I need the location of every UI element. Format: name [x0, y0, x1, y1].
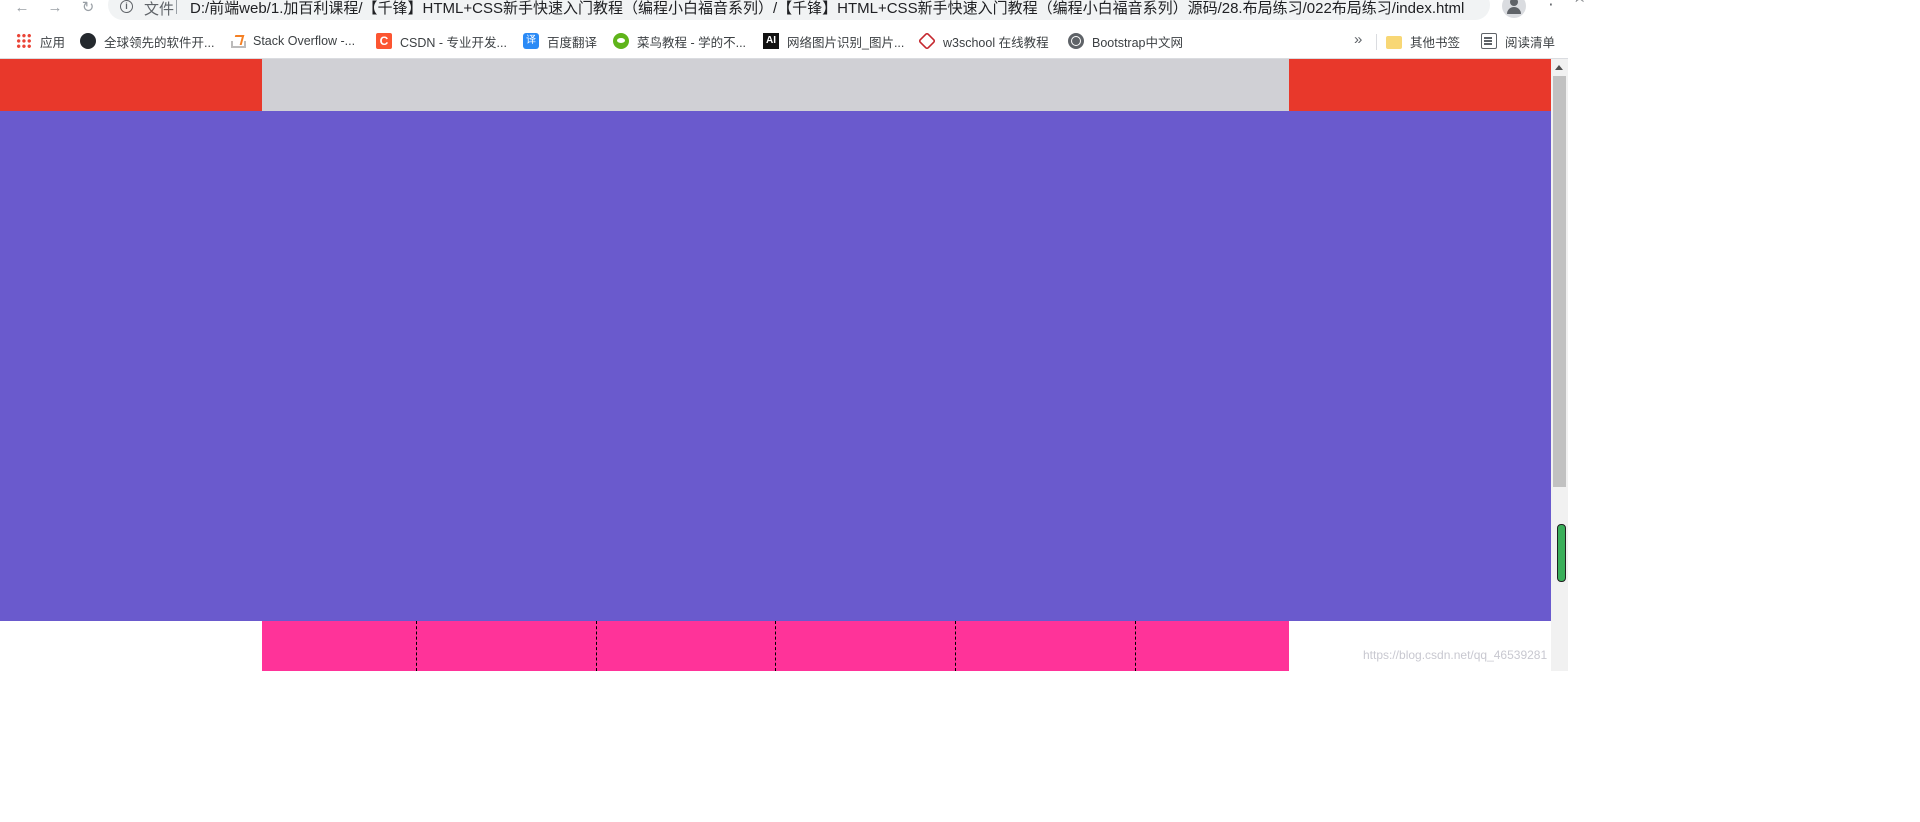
- nav-cell: [1136, 621, 1289, 671]
- globe-icon: [1068, 33, 1084, 49]
- bookmark-stackoverflow[interactable]: Stack Overflow -...: [229, 32, 355, 50]
- other-bookmarks-label: 其他书签: [1410, 35, 1461, 50]
- address-bar[interactable]: i 文件 D:/前端web/1.加百利课程/【千锋】HTML+CSS新手快速入门…: [108, 0, 1587, 20]
- reload-button[interactable]: ↻: [76, 0, 100, 18]
- page-viewport: [0, 59, 1551, 671]
- bookmark-label: w3school 在线教程: [943, 35, 1049, 50]
- bookmark-label: Stack Overflow -...: [253, 34, 356, 48]
- scroll-indicator-icon: [1557, 524, 1566, 582]
- w3school-icon: [917, 31, 937, 51]
- bookmark-label: Bootstrap中文网: [1092, 35, 1184, 50]
- translate-icon: 译: [523, 33, 539, 49]
- runoob-icon: [613, 33, 629, 49]
- top-bar-inner: [262, 59, 1289, 111]
- browser-menu-icon[interactable]: ⋮: [1543, 0, 1559, 8]
- watermark-text: https://blog.csdn.net/qq_46539281: [1363, 648, 1548, 662]
- vertical-scrollbar[interactable]: [1551, 59, 1568, 671]
- ai-icon: AI: [763, 33, 779, 49]
- banner-block: [0, 111, 1551, 621]
- forward-button[interactable]: →: [43, 0, 67, 18]
- folder-icon: [1386, 35, 1402, 49]
- bookmark-runoob[interactable]: 菜鸟教程 - 学的不...: [613, 32, 746, 50]
- scroll-up-arrow-icon[interactable]: [1555, 65, 1563, 70]
- bookmark-label: 网络图片识别_图片...: [787, 35, 905, 50]
- bookmark-label: 全球领先的软件开...: [104, 35, 215, 50]
- scrollbar-thumb[interactable]: [1553, 76, 1566, 487]
- bookmark-w3school[interactable]: w3school 在线教程: [917, 31, 1049, 51]
- bookmark-star-icon[interactable]: ☆: [1572, 0, 1587, 7]
- nav-cell: [956, 621, 1136, 671]
- other-bookmarks-folder[interactable]: 其他书签: [1386, 32, 1460, 50]
- info-icon[interactable]: i: [120, 0, 133, 13]
- scheme-label: 文件: [144, 1, 175, 18]
- person-icon: [1510, 0, 1518, 6]
- nav-cell: [417, 621, 597, 671]
- profile-avatar[interactable]: [1502, 0, 1526, 18]
- top-bar: [0, 59, 1551, 111]
- apps-icon: [16, 33, 32, 49]
- bookmark-label: 应用: [40, 35, 66, 50]
- arrow-left-icon: ←: [14, 0, 30, 16]
- nav-cell: [262, 621, 417, 671]
- bookmark-csdn[interactable]: C CSDN - 专业开发...: [376, 32, 507, 50]
- github-icon: [80, 33, 96, 49]
- nav-cell: [597, 621, 776, 671]
- reading-list[interactable]: 阅读清单: [1481, 32, 1555, 50]
- browser-toolbar: ← → ↻ i 文件 D:/前端web/1.加百利课程/【千锋】HTML+CSS…: [0, 0, 1587, 22]
- arrow-right-icon: →: [47, 0, 63, 16]
- url-text[interactable]: D:/前端web/1.加百利课程/【千锋】HTML+CSS新手快速入门教程（编程…: [190, 0, 1464, 18]
- reading-list-icon: [1481, 33, 1497, 49]
- bookmark-baidu-translate[interactable]: 译 百度翻译: [523, 32, 597, 50]
- csdn-icon: C: [376, 33, 392, 49]
- person-body: [1507, 7, 1521, 14]
- bookmarks-divider: [1376, 34, 1377, 50]
- bookmark-image-recognition[interactable]: AI 网络图片识别_图片...: [763, 32, 904, 50]
- bookmarks-bar: 应用 全球领先的软件开... Stack Overflow -... C CSD…: [0, 22, 1568, 59]
- address-divider: [176, 0, 177, 14]
- bookmark-bootstrap[interactable]: Bootstrap中文网: [1068, 32, 1183, 50]
- bookmark-apps[interactable]: 应用: [16, 32, 65, 50]
- bookmark-label: 菜鸟教程 - 学的不...: [637, 35, 747, 50]
- more-bookmarks-chevron-icon[interactable]: »: [1354, 31, 1362, 48]
- bookmark-label: CSDN - 专业开发...: [400, 35, 507, 50]
- stackoverflow-icon: [229, 33, 246, 49]
- bookmark-label: 百度翻译: [547, 35, 598, 50]
- nav-cell: [776, 621, 956, 671]
- reload-icon: ↻: [81, 0, 95, 16]
- reading-list-label: 阅读清单: [1505, 35, 1556, 50]
- bookmark-github[interactable]: 全球领先的软件开...: [80, 32, 214, 50]
- nav-row: [262, 621, 1289, 671]
- back-button[interactable]: ←: [10, 0, 34, 18]
